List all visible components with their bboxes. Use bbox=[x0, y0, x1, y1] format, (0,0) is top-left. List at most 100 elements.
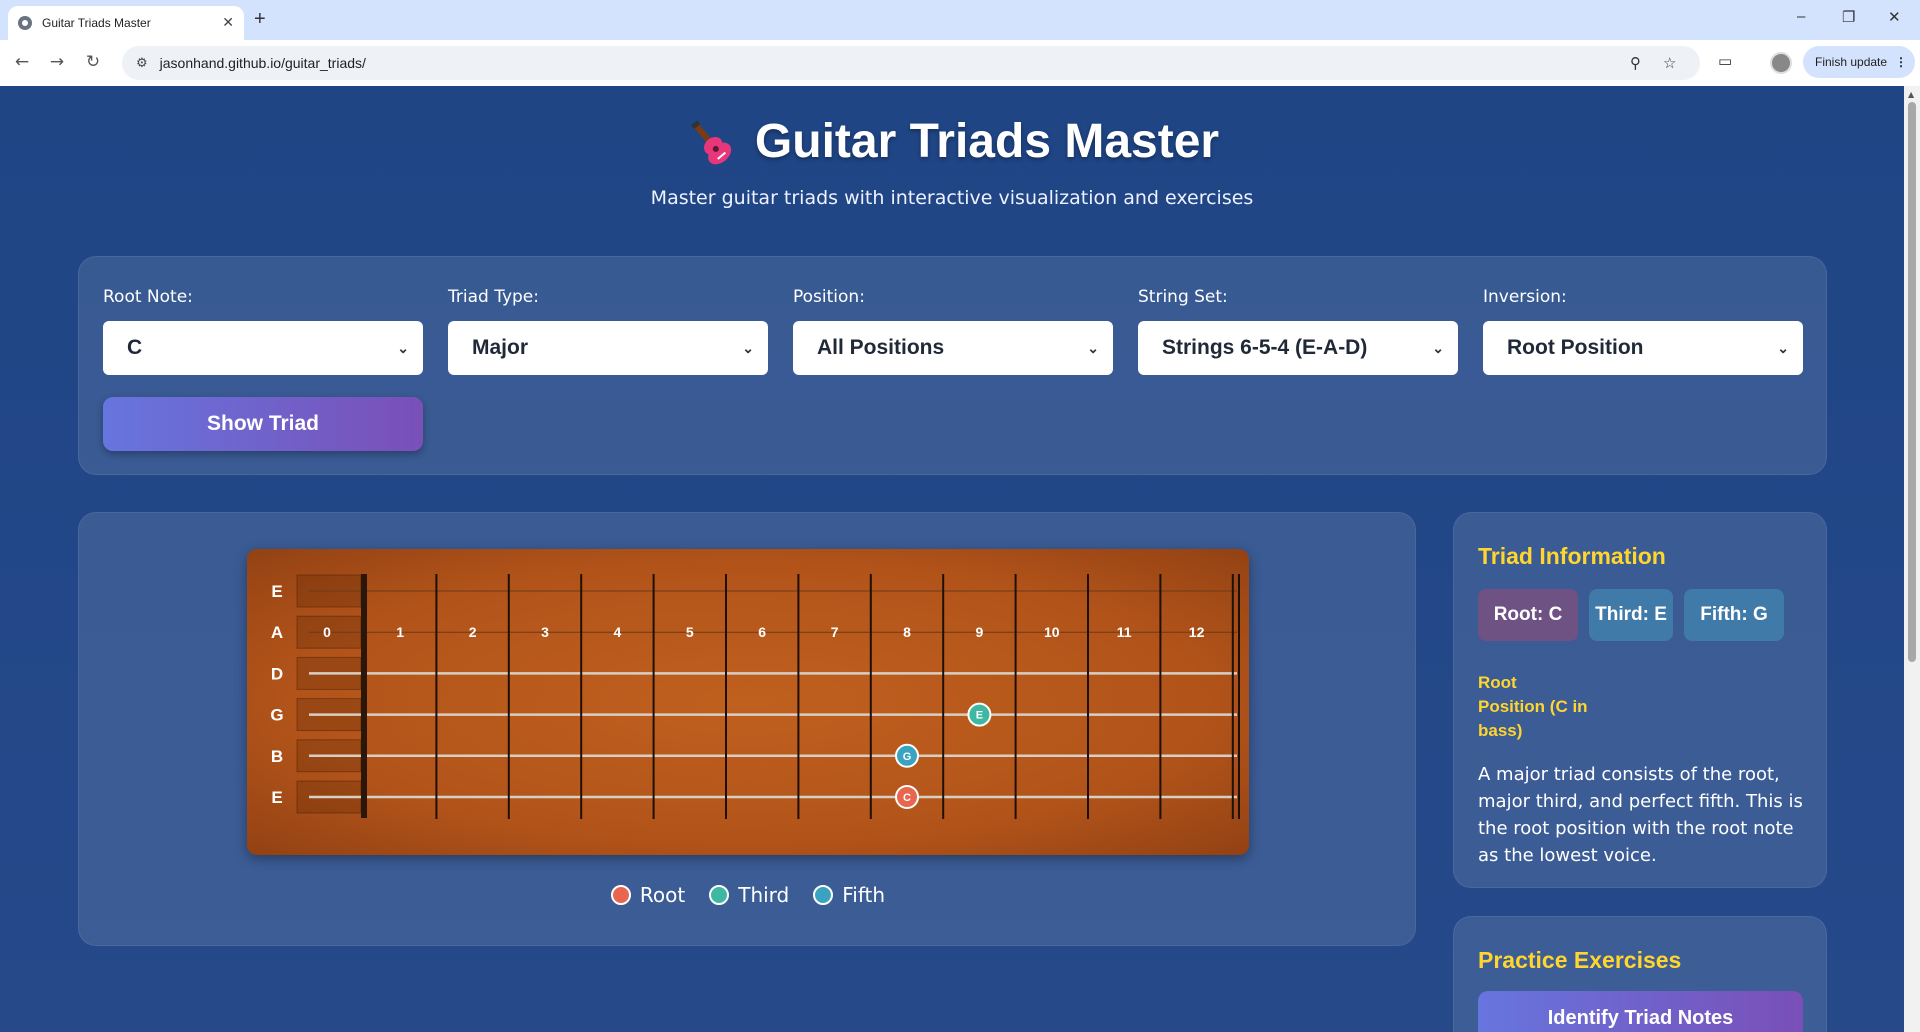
show-triad-button[interactable]: Show Triad bbox=[103, 397, 423, 451]
fifth-chip: Fifth: G bbox=[1684, 589, 1784, 641]
window-close-icon[interactable]: ✕ bbox=[1888, 8, 1901, 26]
fretboard[interactable]: E A D G B E 0 1 2 3 4 5 6 7 8 9 10 11 12 E G C bbox=[247, 549, 1249, 855]
fretboard-panel: E A D G B E 0 1 2 3 4 5 6 7 8 9 10 11 12 E G C Root Third Fif… bbox=[78, 512, 1416, 946]
position-value: All Positions bbox=[817, 336, 945, 359]
chevron-down-icon: ⌄ bbox=[1087, 339, 1099, 356]
chevron-down-icon: ⌄ bbox=[1777, 339, 1789, 356]
fretboard-svg: EADGBE0 1 2 3 4 5 6 7 8 9 10 11 12EGC bbox=[247, 549, 1249, 855]
third-chip: Third: E bbox=[1589, 589, 1673, 641]
chevron-down-icon: ⌄ bbox=[1432, 339, 1444, 356]
site-info-icon[interactable]: ⚙ bbox=[136, 56, 148, 71]
fret-number-label: 10 bbox=[1044, 624, 1060, 640]
third-dot-icon bbox=[709, 885, 730, 905]
note-label: G bbox=[903, 751, 912, 763]
triad-type-control: Triad Type: Major ⌄ bbox=[448, 287, 768, 375]
triad-description: A major triad consists of the root, majo… bbox=[1478, 764, 1803, 866]
fret-number-label: 12 bbox=[1189, 624, 1205, 640]
chevron-down-icon: ⌄ bbox=[742, 339, 754, 356]
practice-panel: Practice Exercises Identify Triad Notes bbox=[1453, 916, 1827, 1032]
reload-icon[interactable]: ↻ bbox=[81, 50, 105, 74]
address-bar[interactable]: ⚙ jasonhand.github.io/guitar_triads/ ⚲ ☆ bbox=[122, 46, 1700, 80]
fret-number-label: 3 bbox=[541, 624, 549, 640]
browser-tab-bar: Guitar Triads Master ✕ + – ❐ ✕ bbox=[0, 0, 1920, 40]
legend-root-label: Root bbox=[639, 883, 686, 907]
new-tab-icon[interactable]: + bbox=[254, 8, 266, 31]
cast-icon[interactable]: ▭ bbox=[1718, 52, 1732, 70]
root-note-label: Root Note: bbox=[103, 287, 193, 307]
fret-number-label: 1 bbox=[396, 624, 404, 640]
root-note-value: C bbox=[127, 336, 143, 359]
page-header: Guitar Triads Master Master guitar triad… bbox=[0, 114, 1904, 209]
fret-number-label: 4 bbox=[614, 624, 622, 640]
fret-number-label: 9 bbox=[976, 624, 984, 640]
avatar[interactable] bbox=[1770, 52, 1792, 74]
fret-number-label: 2 bbox=[469, 624, 477, 640]
inversion-label: Inversion: bbox=[1483, 287, 1567, 307]
identify-triad-notes-button[interactable]: Identify Triad Notes bbox=[1478, 991, 1803, 1032]
inversion-description: Root Position (C in bass) bbox=[1478, 673, 1588, 740]
string-name-label: A bbox=[271, 623, 283, 642]
position-select[interactable]: All Positions ⌄ bbox=[793, 321, 1113, 375]
bookmark-star-icon[interactable]: ☆ bbox=[1663, 54, 1676, 72]
minimize-icon[interactable]: – bbox=[1797, 8, 1805, 25]
legend: Root Third Fifth bbox=[79, 883, 1417, 907]
scrollbar[interactable]: ▲ bbox=[1904, 86, 1920, 1032]
legend-third: Third bbox=[709, 883, 789, 907]
string-set-select[interactable]: Strings 6-5-4 (E-A-D) ⌄ bbox=[1138, 321, 1458, 375]
browser-toolbar: ← → ↻ ⚙ jasonhand.github.io/guitar_triad… bbox=[0, 40, 1920, 86]
string-name-label: G bbox=[270, 706, 283, 725]
restore-icon[interactable]: ❐ bbox=[1842, 8, 1855, 26]
globe-icon bbox=[18, 16, 32, 30]
string-name-label: D bbox=[271, 664, 283, 683]
legend-third-label: Third bbox=[738, 883, 790, 907]
inversion-select[interactable]: Root Position ⌄ bbox=[1483, 321, 1803, 375]
root-chip: Root: C bbox=[1478, 589, 1578, 641]
note-label: C bbox=[903, 792, 911, 804]
triad-info-title: Triad Information bbox=[1478, 543, 1666, 569]
url-text[interactable]: jasonhand.github.io/guitar_triads/ bbox=[160, 55, 366, 71]
chevron-down-icon: ⌄ bbox=[397, 339, 409, 356]
tab-title: Guitar Triads Master bbox=[42, 16, 151, 30]
string-set-label: String Set: bbox=[1138, 287, 1228, 307]
zoom-icon[interactable]: ⚲ bbox=[1630, 54, 1641, 72]
note-label: E bbox=[976, 710, 983, 722]
page-title: Guitar Triads Master bbox=[685, 114, 1219, 169]
fifth-dot-icon bbox=[813, 885, 834, 905]
root-dot-icon bbox=[610, 885, 631, 905]
fret-number-label: 6 bbox=[758, 624, 766, 640]
browser-tab[interactable]: Guitar Triads Master ✕ bbox=[8, 6, 244, 40]
string-name-label: E bbox=[271, 788, 282, 807]
string-set-control: String Set: Strings 6-5-4 (E-A-D) ⌄ bbox=[1138, 287, 1458, 375]
root-note-select[interactable]: C ⌄ bbox=[103, 321, 423, 375]
fret-number-label: 7 bbox=[831, 624, 839, 640]
close-icon[interactable]: ✕ bbox=[222, 15, 234, 31]
fret-number-label: 0 bbox=[323, 624, 331, 640]
inversion-value: Root Position bbox=[1507, 336, 1644, 359]
back-icon[interactable]: ← bbox=[10, 50, 34, 74]
string-name-label: E bbox=[271, 582, 282, 601]
fretboard-wood bbox=[247, 549, 1249, 855]
scroll-up-icon[interactable]: ▲ bbox=[1908, 90, 1914, 99]
scrollbar-thumb[interactable] bbox=[1908, 102, 1916, 662]
finish-update-button[interactable]: Finish update ⋮ bbox=[1803, 46, 1915, 78]
legend-fifth: Fifth bbox=[813, 883, 885, 907]
string-set-value: Strings 6-5-4 (E-A-D) bbox=[1162, 336, 1368, 359]
page-title-text: Guitar Triads Master bbox=[754, 115, 1220, 168]
triad-info-panel: Triad Information Root: C Third: E Fifth… bbox=[1453, 512, 1827, 888]
practice-title: Practice Exercises bbox=[1478, 947, 1682, 973]
forward-icon[interactable]: → bbox=[45, 50, 69, 74]
nut bbox=[361, 574, 367, 818]
string-name-label: B bbox=[271, 747, 283, 766]
fret-number-label: 11 bbox=[1117, 624, 1132, 640]
controls-panel: Root Note: C ⌄ Triad Type: Major ⌄ Posit… bbox=[78, 256, 1827, 475]
triad-type-select[interactable]: Major ⌄ bbox=[448, 321, 768, 375]
guitar-icon bbox=[691, 120, 732, 164]
fret-number-label: 8 bbox=[903, 624, 911, 640]
menu-dots-icon: ⋮ bbox=[1895, 55, 1908, 69]
fret-number-label: 5 bbox=[686, 624, 694, 640]
triad-type-label: Triad Type: bbox=[448, 287, 539, 307]
position-control: Position: All Positions ⌄ bbox=[793, 287, 1113, 375]
legend-fifth-label: Fifth bbox=[842, 883, 886, 907]
page-content: Guitar Triads Master Master guitar triad… bbox=[0, 86, 1904, 1032]
finish-update-label: Finish update bbox=[1815, 55, 1888, 69]
